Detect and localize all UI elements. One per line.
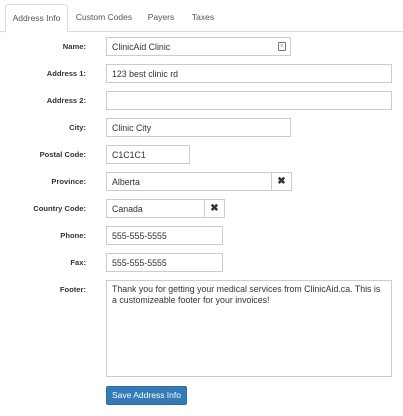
postal-code-label: Postal Code: (39, 150, 86, 159)
tab-taxes[interactable]: Taxes (186, 4, 220, 32)
tab-payers[interactable]: Payers (140, 4, 182, 32)
country-code-label: Country Code: (33, 204, 86, 213)
address2-input[interactable] (106, 91, 392, 110)
name-input[interactable] (106, 37, 291, 56)
phone-label: Phone: (60, 231, 86, 240)
tab-custom-codes[interactable]: Custom Codes (72, 4, 136, 32)
phone-input[interactable] (106, 226, 223, 245)
footer-label: Footer: (59, 285, 86, 294)
province-label: Province: (51, 177, 86, 186)
name-label: Name: (62, 42, 86, 51)
city-label: City: (69, 123, 86, 132)
tab-address-info[interactable]: Address Info (5, 4, 68, 33)
address1-label: Address 1: (46, 69, 86, 78)
province-clear-button[interactable]: ✖ (272, 172, 292, 191)
city-input[interactable] (106, 118, 291, 137)
address2-label: Address 2: (46, 96, 86, 105)
footer-textarea[interactable]: Thank you for getting your medical servi… (106, 280, 392, 377)
province-select[interactable] (106, 172, 272, 191)
save-address-info-button[interactable]: Save Address Info (106, 386, 187, 405)
postal-code-input[interactable] (106, 145, 190, 164)
country-code-clear-button[interactable]: ✖ (205, 199, 225, 218)
country-code-select[interactable] (106, 199, 205, 218)
contact-card-icon[interactable]: ≡ (278, 42, 286, 51)
fax-input[interactable] (106, 253, 223, 272)
address1-input[interactable] (106, 64, 392, 83)
tab-bar: Address Info Custom Codes Payers Taxes (0, 0, 403, 33)
fax-label: Fax: (70, 258, 86, 267)
